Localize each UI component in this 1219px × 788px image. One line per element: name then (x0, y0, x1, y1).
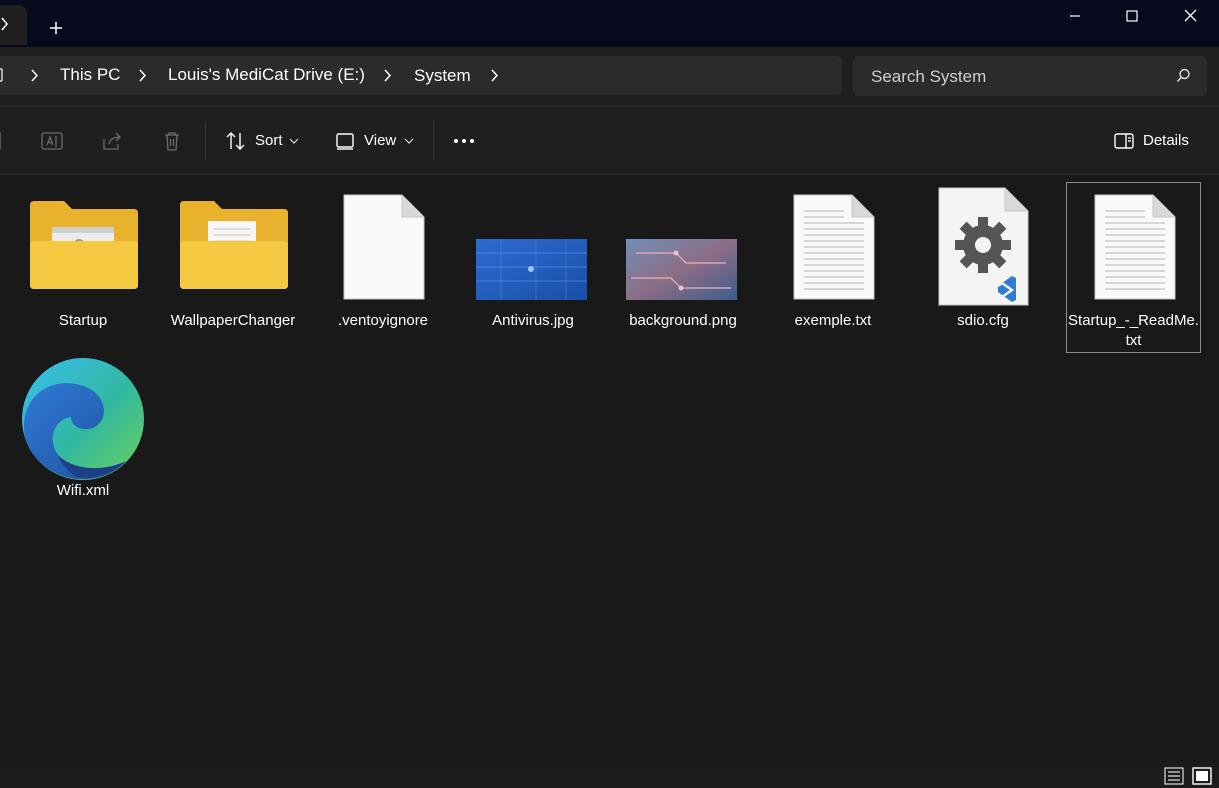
status-bar (0, 762, 1219, 788)
crumb-drive[interactable]: Louis's MediCat Drive (E:) (168, 65, 365, 85)
details-label[interactable]: Details (1143, 132, 1189, 149)
sort-button[interactable] (224, 129, 248, 153)
file-name: sdio.cfg (957, 312, 1009, 329)
view-label[interactable]: View (364, 132, 396, 149)
config-file-icon (938, 187, 1029, 306)
sort-icon (226, 132, 245, 150)
pc-icon (0, 68, 3, 82)
list-view-icon (1164, 767, 1184, 785)
rename-icon (41, 132, 63, 150)
more-icon (454, 139, 474, 143)
chevron-down-icon (289, 138, 299, 144)
close-icon (1184, 9, 1196, 22)
file-item-startup-readme-txt[interactable]: Startup_-_ReadMe.txt (1066, 182, 1201, 353)
details-view-button[interactable] (1163, 765, 1185, 787)
file-item-exemple-txt[interactable]: exemple.txt (766, 183, 900, 333)
details-pane-button[interactable] (1112, 129, 1136, 153)
file-name: .ventoyignore (337, 312, 429, 329)
file-item-wallpaperchanger[interactable]: WallpaperChanger (166, 183, 300, 353)
file-item-wifi-xml[interactable]: Wifi.xml (16, 355, 150, 499)
search-input[interactable]: Search System (853, 56, 1207, 96)
blank-file-icon (343, 194, 425, 300)
chevron-right-icon (139, 69, 147, 82)
breadcrumb[interactable]: This PC Louis's MediCat Drive (E:) Syste… (0, 56, 842, 95)
file-item-ventoyignore[interactable]: .ventoyignore (316, 183, 450, 333)
paste-icon (0, 132, 1, 150)
chevron-right-icon (491, 69, 499, 82)
file-name: Wifi.xml (56, 482, 110, 499)
text-file-icon (793, 194, 875, 300)
search-icon (1176, 68, 1190, 83)
file-name: Antivirus.jpg (492, 312, 574, 329)
share-icon (103, 132, 121, 150)
minimize-icon (1070, 14, 1080, 17)
tab-close-button[interactable] (0, 5, 27, 45)
file-item-startup[interactable]: Startup (16, 183, 150, 333)
delete-button[interactable] (160, 129, 184, 153)
command-bar: Sort View Details (0, 107, 1219, 175)
file-name: Startup (58, 312, 108, 329)
maximize-button[interactable] (1103, 0, 1161, 31)
edge-browser-icon (22, 358, 144, 480)
close-window-button[interactable] (1161, 0, 1219, 31)
chevron-down-icon (404, 138, 414, 144)
crumb-system[interactable]: System (414, 66, 471, 86)
sort-label[interactable]: Sort (255, 132, 283, 149)
trash-icon (165, 132, 179, 151)
toolbar-separator (205, 121, 206, 160)
close-icon (1, 17, 8, 31)
text-file-icon (1094, 194, 1176, 300)
title-bar (0, 0, 1219, 47)
details-pane-icon (1114, 133, 1134, 149)
plus-icon (50, 22, 62, 34)
toolbar-separator (433, 121, 434, 160)
search-placeholder: Search System (871, 67, 987, 86)
file-item-antivirus-jpg[interactable]: Antivirus.jpg (466, 183, 600, 333)
folder-icon (180, 201, 288, 289)
view-button[interactable] (333, 129, 357, 153)
file-name: exemple.txt (794, 312, 872, 329)
rename-button[interactable] (40, 129, 64, 153)
new-tab-button[interactable] (42, 14, 70, 42)
image-thumbnail-icon (476, 239, 587, 300)
file-name: background.png (629, 312, 737, 329)
gear-icon (955, 217, 1011, 273)
file-name: WallpaperChanger (170, 312, 296, 329)
maximize-icon (1126, 9, 1138, 22)
crumb-this-pc[interactable]: This PC (60, 65, 120, 85)
more-options-button[interactable] (452, 129, 476, 153)
file-view[interactable]: Startup WallpaperChanger .ventoyignore A… (0, 175, 1219, 762)
view-icon (336, 133, 354, 150)
chevron-right-icon (384, 69, 392, 82)
image-thumbnail-icon (626, 239, 737, 300)
minimize-button[interactable] (1046, 0, 1104, 31)
large-icons-view-button[interactable] (1191, 765, 1213, 787)
chevron-right-icon (31, 69, 39, 82)
share-button[interactable] (100, 129, 124, 153)
large-icons-view-icon (1192, 767, 1212, 785)
file-item-sdio-cfg[interactable]: sdio.cfg (916, 183, 1050, 333)
folder-icon (30, 201, 138, 289)
file-item-background-png[interactable]: background.png (616, 183, 750, 333)
file-name: Startup_-_ReadMe.txt (1068, 312, 1199, 349)
